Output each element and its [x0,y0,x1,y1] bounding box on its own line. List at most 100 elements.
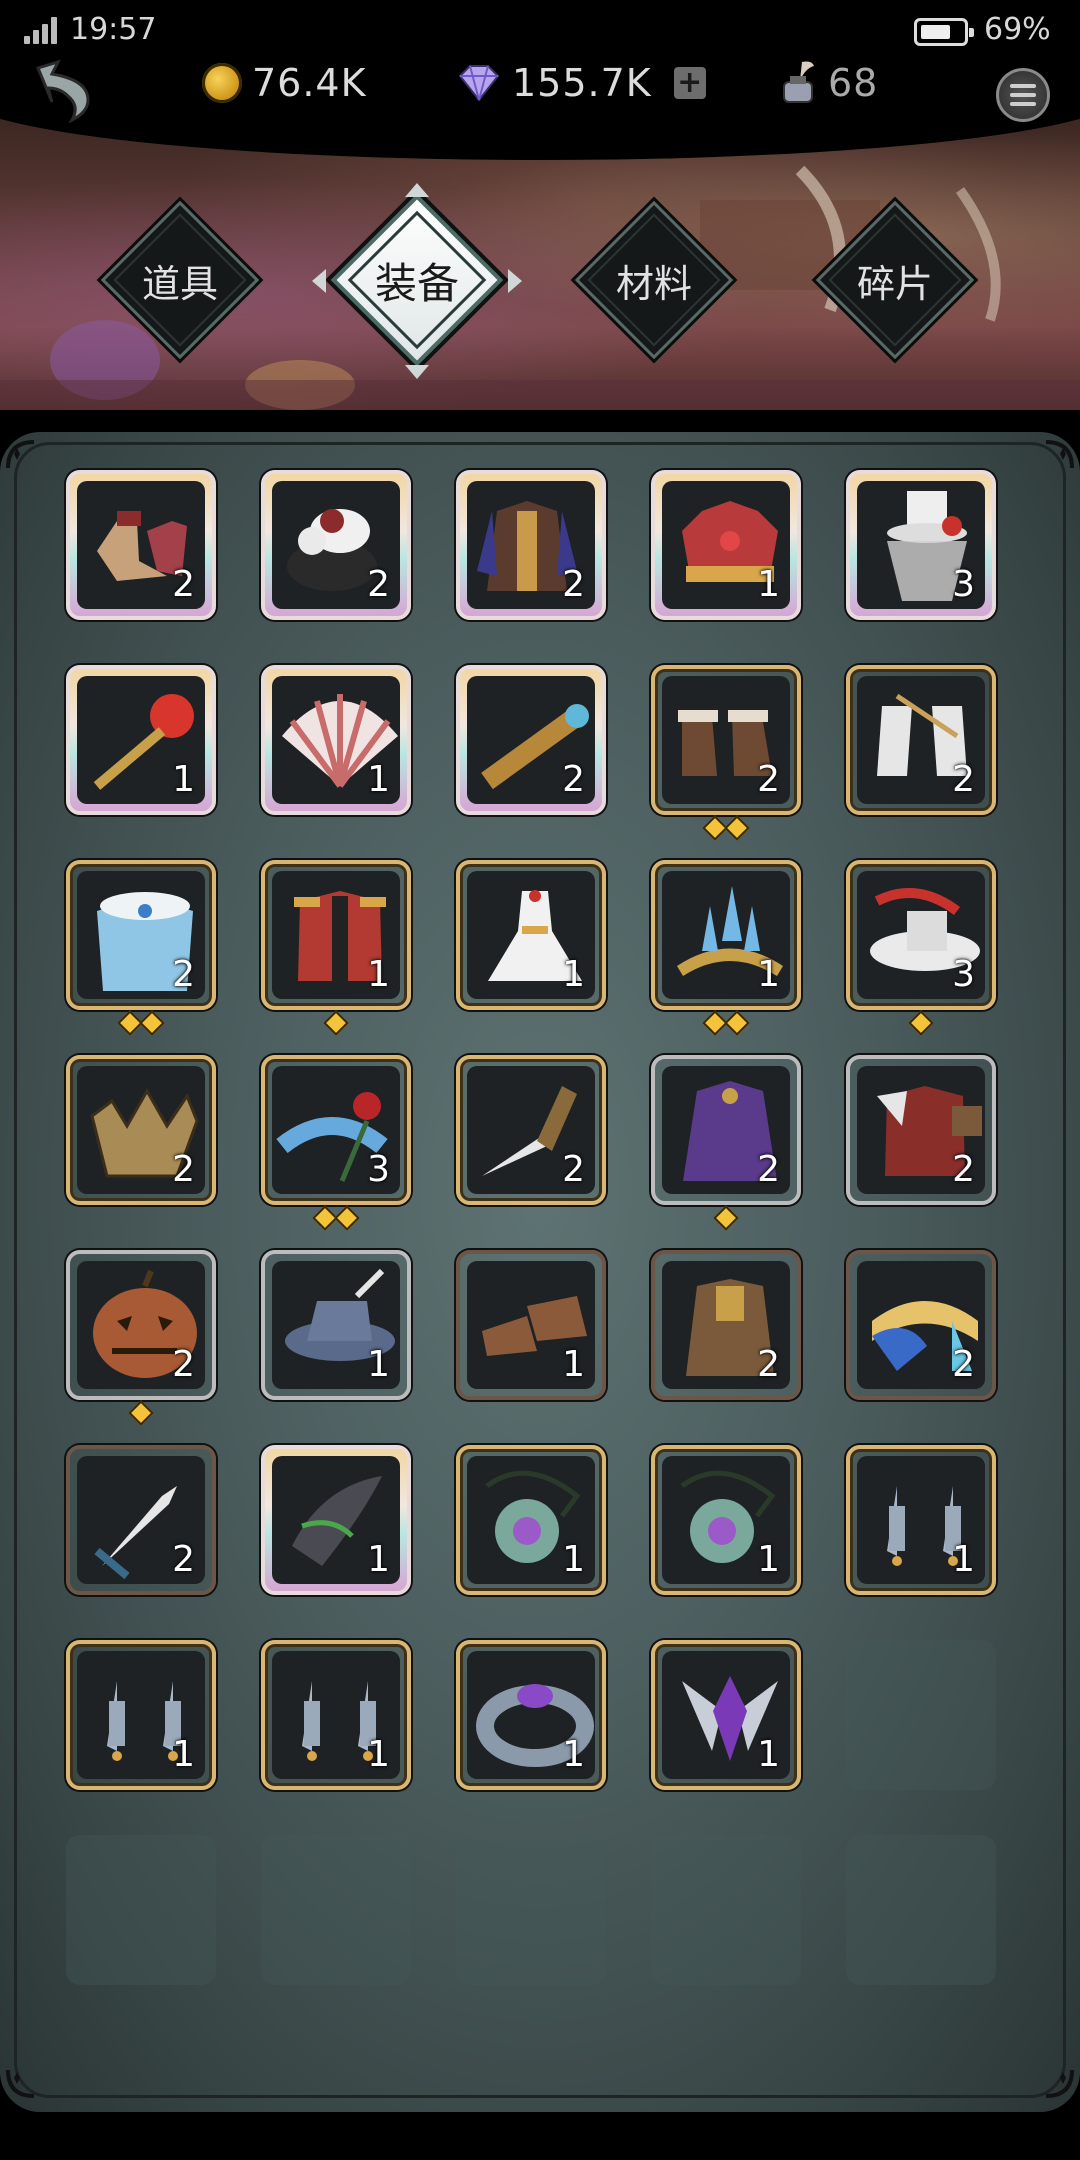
signal-icon [24,16,60,44]
star-rating [265,1010,407,1036]
item-count: 2 [952,1344,975,1385]
item-count: 2 [172,1344,195,1385]
add-gems-button[interactable]: + [673,67,706,99]
item-count: 1 [562,954,585,995]
item-count: 2 [172,1149,195,1190]
item-count: 2 [562,1149,585,1190]
item-slot[interactable]: 2 [846,1055,996,1205]
empty-slot [846,1640,996,1790]
item-slot[interactable]: 2 [651,1055,801,1231]
tab-items[interactable]: 道具 [100,200,260,360]
item-slot[interactable]: 1 [456,1640,606,1790]
item-count: 3 [952,954,975,995]
item-count: 2 [757,1344,780,1385]
item-slot[interactable]: 1 [66,1640,216,1790]
item-slot[interactable]: 1 [456,1445,606,1595]
item-count: 1 [757,954,780,995]
empty-slot [66,1835,216,1985]
empty-slot [261,1835,411,1985]
item-slot[interactable]: 1 [651,1640,801,1790]
star-icon [713,1205,739,1231]
item-count: 2 [757,759,780,800]
item-count: 1 [367,759,390,800]
tab-materials[interactable]: 材料 [574,200,734,360]
star-rating [850,1010,992,1036]
item-count: 1 [367,1344,390,1385]
gold-coin-icon [202,63,242,103]
item-count: 1 [562,1539,585,1580]
gold-counter: 76.4K [202,58,367,108]
item-count: 1 [757,1734,780,1775]
corner-ornament [6,2069,35,2098]
tab-equipment[interactable]: 装备 [312,183,522,379]
empty-slot [651,1835,801,1985]
corner-ornament [1045,2069,1074,2098]
item-count: 2 [172,954,195,995]
item-count: 2 [562,759,585,800]
item-count: 2 [172,1539,195,1580]
battery-percent: 69% [984,12,1051,47]
item-count: 1 [562,1344,585,1385]
item-slot[interactable]: 2 [651,1250,801,1400]
item-slot[interactable]: 1 [651,860,801,1036]
item-count: 1 [952,1539,975,1580]
item-slot[interactable]: 1 [846,1445,996,1595]
item-count: 3 [952,564,975,605]
corner-ornament [6,440,35,469]
ink-amount: 68 [828,61,879,105]
item-slot[interactable]: 2 [846,1250,996,1400]
item-slot[interactable]: 1 [261,1250,411,1400]
item-slot[interactable]: 3 [846,860,996,1036]
back-arrow-icon[interactable] [28,58,100,124]
gold-amount: 76.4K [252,61,367,105]
star-rating [655,1010,797,1036]
star-icon [724,815,750,841]
item-count: 1 [757,1539,780,1580]
item-slot[interactable]: 3 [261,1055,411,1231]
item-slot[interactable]: 1 [456,860,606,1010]
item-slot[interactable]: 1 [66,665,216,815]
item-count: 1 [367,1539,390,1580]
item-slot[interactable]: 2 [456,470,606,620]
item-slot[interactable]: 1 [651,470,801,620]
star-rating [265,1205,407,1231]
item-slot[interactable]: 2 [846,665,996,815]
item-count: 2 [952,1149,975,1190]
ink-counter: 68 [778,58,878,108]
star-icon [139,1010,165,1036]
diamond-icon [458,65,500,102]
item-slot[interactable]: 1 [261,1445,411,1595]
gem-counter: 155.7K + [456,58,706,108]
item-slot[interactable]: 2 [66,470,216,620]
empty-slot [846,1835,996,1985]
battery-icon [914,18,974,46]
item-slot[interactable]: 2 [456,665,606,815]
item-slot[interactable]: 1 [261,665,411,815]
item-slot[interactable]: 2 [456,1055,606,1205]
inventory-panel: 2 2 2 1 3 1 1 2 2 2 2 1 1 1 3 2 3 2 2 2 2 1 1 2 2 2 1 1 1 1 1 1 1 1 [0,432,1080,2112]
item-slot[interactable]: 2 [66,1445,216,1595]
item-count: 1 [367,1734,390,1775]
star-icon [128,1400,154,1426]
item-slot[interactable]: 3 [846,470,996,620]
item-count: 2 [952,759,975,800]
item-slot[interactable]: 2 [651,665,801,841]
item-slot[interactable]: 1 [651,1445,801,1595]
tab-fragments[interactable]: 碎片 [815,200,975,360]
menu-button[interactable] [996,68,1050,122]
tab-selector-arrows [312,183,522,379]
star-icon [334,1205,360,1231]
item-slot[interactable]: 1 [456,1250,606,1400]
item-slot[interactable]: 1 [261,860,411,1036]
item-slot[interactable]: 2 [66,860,216,1036]
item-count: 2 [562,564,585,605]
item-slot[interactable]: 2 [261,470,411,620]
star-rating [70,1400,212,1426]
item-slot[interactable]: 2 [66,1055,216,1205]
item-count: 1 [172,759,195,800]
item-slot[interactable]: 1 [261,1640,411,1790]
star-icon [323,1010,349,1036]
item-slot[interactable]: 2 [66,1250,216,1426]
ink-bottle-icon [783,61,814,103]
item-count: 2 [172,564,195,605]
